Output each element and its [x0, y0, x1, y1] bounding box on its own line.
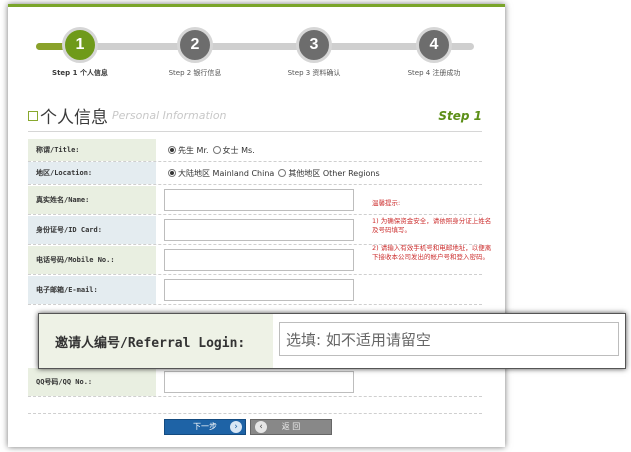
mobile-input[interactable]	[164, 249, 354, 271]
title-row: 称谓/Title: 先生 Mr. 女士 Ms.	[28, 139, 482, 162]
step-2-label: Step 2 银行信息	[168, 69, 222, 77]
tips-item-1: 1) 为确保资金安全，请依照身分证上姓名及号码填写。	[372, 217, 492, 234]
id-label: 身份证号/ID Card:	[28, 216, 156, 244]
title-mr-radio[interactable]	[168, 146, 176, 154]
referral-placeholder: 选填: 如不适用请留空	[286, 330, 431, 349]
id-input[interactable]	[164, 219, 354, 241]
section-title: 个人信息	[40, 108, 108, 128]
location-other-label: 其他地区 Other Regions	[288, 168, 380, 178]
step-1-circle: 1	[62, 27, 98, 63]
step-4-label: Step 4 注册成功	[407, 69, 461, 77]
location-label: 地区/Location:	[28, 162, 156, 184]
location-row: 地区/Location: 大陆地区 Mainland China 其他地区 Ot…	[28, 162, 482, 185]
arrow-left-icon: ‹	[255, 421, 267, 433]
step-2: 2 Step 2 银行信息	[135, 27, 255, 78]
title-label: 称谓/Title:	[28, 139, 156, 161]
name-label: 真实姓名/Name:	[28, 186, 156, 214]
title-mr-label: 先生 Mr.	[178, 145, 209, 155]
tips-title: 温馨提示:	[372, 199, 401, 207]
referral-callout: 邀请人编号/Referral Login: 选填: 如不适用请留空	[38, 313, 626, 369]
step-3: 3 Step 3 资料确认	[254, 27, 374, 78]
email-label: 电子邮箱/E-mail:	[28, 276, 156, 304]
next-button-label: 下一步	[193, 422, 217, 431]
arrow-right-icon: ›	[230, 421, 242, 433]
button-divider	[28, 413, 482, 414]
step-1-label: Step 1 个人信息	[52, 69, 108, 77]
email-row: 电子邮箱/E-mail:	[28, 276, 482, 305]
name-input[interactable]	[164, 189, 354, 211]
qq-label: QQ号码/QQ No.:	[28, 368, 156, 396]
qq-row: QQ号码/QQ No.:	[28, 368, 482, 397]
section-subtitle: Personal Information	[112, 109, 227, 122]
location-options: 大陆地区 Mainland China 其他地区 Other Regions	[164, 162, 380, 184]
title-options: 先生 Mr. 女士 Ms.	[164, 139, 255, 161]
location-mainland-radio[interactable]	[168, 169, 176, 177]
step-2-circle: 2	[177, 27, 213, 63]
section-icon	[28, 111, 38, 121]
section-heading: 个人信息 Personal Information Step 1	[28, 103, 482, 132]
step-3-circle: 3	[296, 27, 332, 63]
tips-box: 温馨提示: 1) 为确保资金安全，请依照身分证上姓名及号码填写。 2) 请输入有…	[372, 199, 492, 271]
location-other-radio[interactable]	[278, 169, 287, 177]
back-button[interactable]: ‹ 返 回	[250, 419, 332, 435]
email-input[interactable]	[164, 279, 354, 301]
back-button-label: 返 回	[281, 422, 301, 431]
mobile-label: 电话号码/Mobile No.:	[28, 246, 156, 274]
step-1: 1 Step 1 个人信息	[20, 27, 140, 78]
step-4-circle: 4	[416, 27, 452, 63]
step-3-label: Step 3 资料确认	[287, 69, 341, 77]
tips-item-2: 2) 请输入有效手机号和电邮地址，以便离下接收本公司发出的帐户号和登入密码。	[372, 244, 492, 261]
next-button[interactable]: 下一步 ›	[164, 419, 246, 435]
registration-panel: 1 Step 1 个人信息 2 Step 2 银行信息 3 Step 3 资料确…	[8, 4, 505, 447]
step-4: 4 Step 4 注册成功	[374, 27, 494, 78]
qq-input[interactable]	[164, 371, 354, 393]
referral-input[interactable]: 选填: 如不适用请留空	[279, 322, 619, 356]
title-ms-label: 女士 Ms.	[222, 145, 255, 155]
referral-label: 邀请人编号/Referral Login:	[39, 314, 273, 368]
title-ms-radio[interactable]	[212, 146, 221, 154]
section-step: Step 1	[438, 109, 482, 123]
location-mainland-label: 大陆地区 Mainland China	[178, 168, 275, 178]
